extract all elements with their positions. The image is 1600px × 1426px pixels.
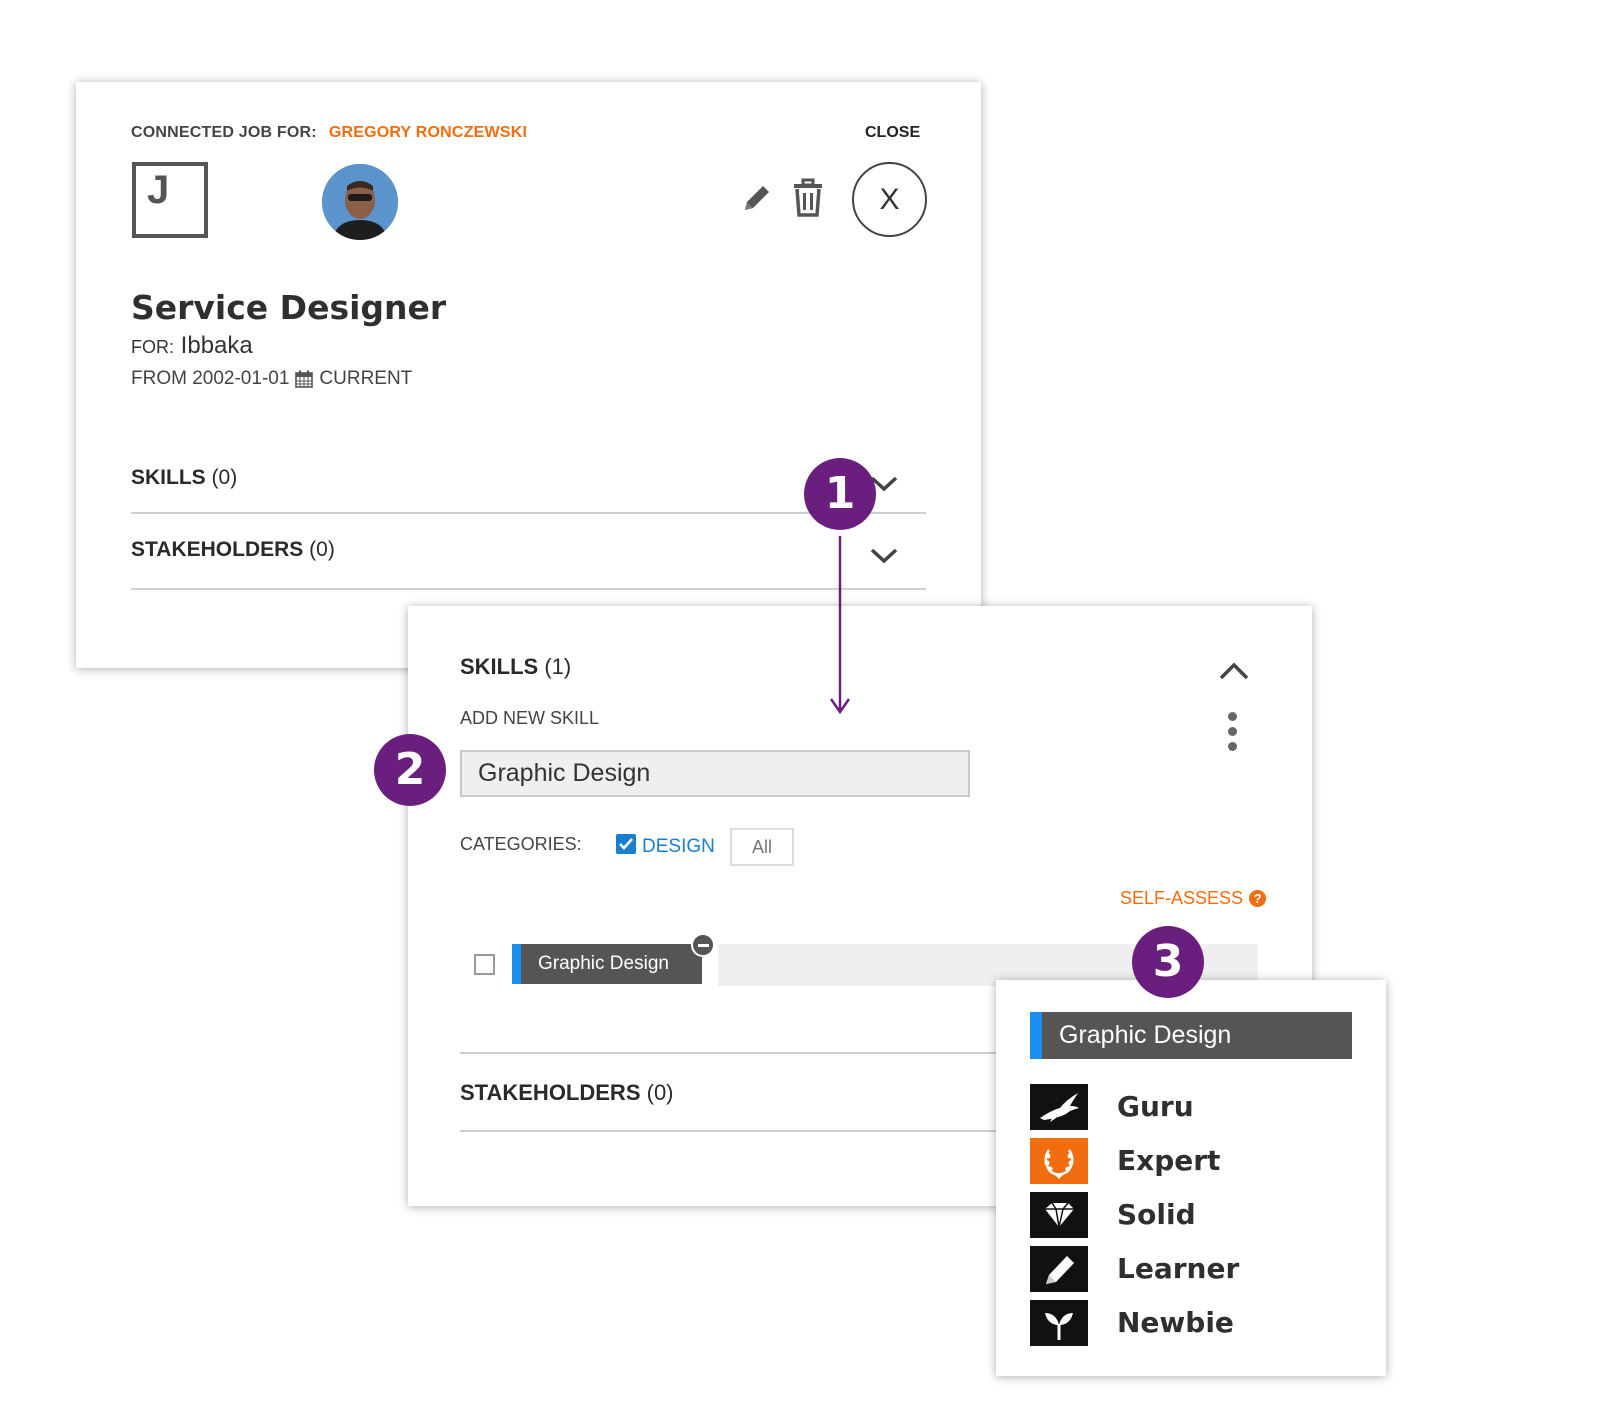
calendar-icon [295,370,314,388]
self-assess-label: SELF-ASSESS [1120,888,1244,908]
close-link[interactable]: CLOSE [865,124,920,142]
stakeholders-heading: STAKEHOLDERS (0) [131,538,335,562]
step-arrow-icon [830,536,850,715]
pencil-icon [1030,1246,1088,1292]
stakeholders-section-collapsed[interactable]: STAKEHOLDERS (0) [131,514,926,590]
level-label: Guru [1117,1090,1194,1123]
categories-label: CATEGORIES: [460,834,582,854]
sprout-icon [1030,1300,1088,1346]
design-category-checkbox[interactable] [616,834,636,854]
add-skill-input[interactable] [460,750,970,797]
design-category-label[interactable]: DESIGN [642,836,715,858]
level-option-learner[interactable]: Learner [1030,1246,1350,1292]
chevron-down-icon[interactable] [869,546,899,566]
step-2-badge: 2 [374,734,446,806]
close-button[interactable]: X [852,162,927,237]
for-label: FOR: [131,337,174,357]
level-option-guru[interactable]: Guru [1030,1084,1350,1130]
stakeholders-label: STAKEHOLDERS [131,538,304,561]
more-options-icon[interactable] [1226,712,1238,752]
step-1-badge: 1 [804,458,876,530]
avatar[interactable] [322,164,398,240]
skills-label: SKILLS [131,466,206,489]
job-logo-letter: J [147,168,170,212]
skills-count: (0) [211,466,238,489]
level-label: Learner [1117,1252,1240,1285]
date-to: CURRENT [319,368,413,389]
skill-tag: Graphic Design [512,944,702,984]
all-categories-button[interactable]: All [730,828,794,866]
remove-skill-icon[interactable] [691,933,715,957]
stakeholders-count: (0) [646,1080,674,1105]
edit-pencil-icon[interactable] [740,181,774,215]
laurel-icon [1030,1138,1088,1184]
stakeholders-heading: STAKEHOLDERS (0) [460,1080,674,1106]
level-option-expert[interactable]: Expert [1030,1138,1350,1184]
self-assess-link[interactable]: SELF-ASSESS ? [1120,888,1267,909]
self-assess-popup: Graphic Design Guru Expert Solid Learner… [996,980,1386,1376]
skills-count: (1) [544,654,572,679]
popup-skill-title: Graphic Design [1030,1012,1352,1059]
level-label: Newbie [1117,1306,1234,1339]
person-name-link[interactable]: GREGORY RONCZEWSKI [329,124,527,141]
step-3-badge: 3 [1132,926,1204,998]
diamond-icon [1030,1192,1088,1238]
connected-job-header: CONNECTED JOB FOR: GREGORY RONCZEWSKI [131,124,527,142]
eagle-icon [1030,1084,1088,1130]
stakeholders-count: (0) [309,538,335,561]
date-from: FROM 2002-01-01 [131,368,290,389]
skills-heading: SKILLS (1) [460,654,571,680]
level-option-solid[interactable]: Solid [1030,1192,1350,1238]
company-name: Ibbaka [180,332,253,359]
level-label: Solid [1117,1198,1196,1231]
skills-heading: SKILLS (0) [131,466,237,490]
trash-icon[interactable] [790,178,826,218]
checkmark-icon [619,838,633,850]
help-icon[interactable]: ? [1249,890,1267,907]
skills-label: SKILLS [460,654,539,679]
connected-job-label: CONNECTED JOB FOR: [131,124,317,141]
skill-row-checkbox[interactable] [474,954,495,975]
stakeholders-label: STAKEHOLDERS [460,1080,641,1105]
chevron-up-icon[interactable] [1218,660,1250,682]
job-logo: J [132,162,208,238]
job-dates: FROM 2002-01-01 CURRENT [131,368,412,390]
level-label: Expert [1117,1144,1221,1177]
job-company: FOR: Ibbaka [131,332,253,360]
level-option-newbie[interactable]: Newbie [1030,1300,1350,1346]
add-skill-label: ADD NEW SKILL [460,708,600,728]
job-title: Service Designer [131,288,447,327]
